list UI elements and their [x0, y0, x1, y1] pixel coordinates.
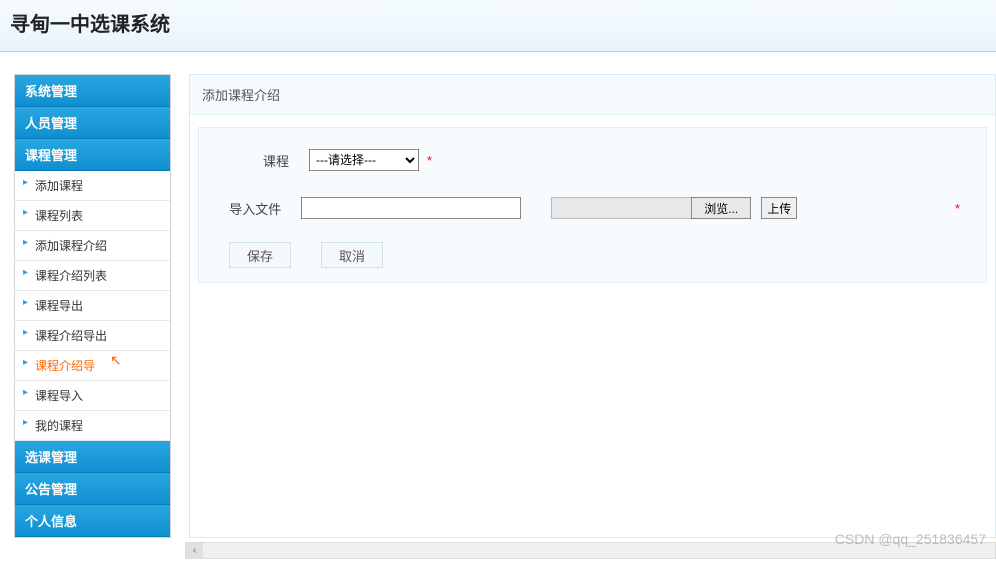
sidebar-item-course-export[interactable]: 课程导出	[15, 291, 170, 321]
sidebar: 系统管理 人员管理 课程管理 添加课程 课程列表 添加课程介绍 课程介绍列表 课…	[14, 74, 171, 538]
course-label: 课程	[219, 151, 309, 170]
sidebar-item-course-list[interactable]: 课程列表	[15, 201, 170, 231]
menu-section-announcement[interactable]: 公告管理	[15, 473, 170, 505]
sidebar-item-course-import[interactable]: 课程导入	[15, 381, 170, 411]
menu-section-personnel[interactable]: 人员管理	[15, 107, 170, 139]
save-button[interactable]: 保存	[229, 242, 291, 268]
sidebar-item-add-course-intro[interactable]: 添加课程介绍	[15, 231, 170, 261]
browse-button[interactable]: 浏览...	[691, 197, 751, 219]
sidebar-item-label: 课程介绍导	[35, 359, 95, 373]
sidebar-item-my-course[interactable]: 我的课程	[15, 411, 170, 441]
file-native-field[interactable]	[551, 197, 691, 219]
panel-title: 添加课程介绍	[190, 75, 995, 115]
horizontal-scrollbar[interactable]: ‹	[185, 542, 996, 559]
sidebar-item-course-intro-import[interactable]: 课程介绍导 ↖	[15, 351, 170, 381]
cursor-hand-icon: ↖	[110, 352, 122, 369]
required-star-icon: *	[955, 201, 960, 216]
required-star-icon: *	[427, 153, 432, 168]
sidebar-item-course-intro-export[interactable]: 课程介绍导出	[15, 321, 170, 351]
menu-section-selection[interactable]: 选课管理	[15, 441, 170, 473]
menu-section-system[interactable]: 系统管理	[15, 75, 170, 107]
file-picker: 浏览...	[551, 197, 751, 219]
app-title: 寻甸一中选课系统	[10, 8, 996, 37]
course-select[interactable]: ---请选择---	[309, 149, 419, 171]
import-label: 导入文件	[219, 199, 301, 218]
sidebar-item-add-course[interactable]: 添加课程	[15, 171, 170, 201]
menu-section-personal[interactable]: 个人信息	[15, 505, 170, 537]
main-layout: 系统管理 人员管理 课程管理 添加课程 课程列表 添加课程介绍 课程介绍列表 课…	[0, 74, 996, 538]
form-area: 课程 ---请选择--- * 导入文件 浏览... 上传 *	[198, 127, 987, 283]
scroll-left-icon[interactable]: ‹	[186, 543, 203, 558]
cancel-button[interactable]: 取消	[321, 242, 383, 268]
form-row-import: 导入文件 浏览... 上传 *	[219, 194, 966, 222]
upload-button[interactable]: 上传	[761, 197, 797, 219]
form-row-course: 课程 ---请选择--- *	[219, 146, 966, 174]
file-path-input[interactable]	[301, 197, 521, 219]
menu-section-course[interactable]: 课程管理	[15, 139, 170, 171]
sidebar-item-course-intro-list[interactable]: 课程介绍列表	[15, 261, 170, 291]
menu-items-course: 添加课程 课程列表 添加课程介绍 课程介绍列表 课程导出 课程介绍导出 课程介绍…	[15, 171, 170, 441]
content-panel: 添加课程介绍 课程 ---请选择--- * 导入文件 浏览...	[189, 74, 996, 538]
action-row: 保存 取消	[229, 242, 966, 268]
app-header: 寻甸一中选课系统	[0, 0, 996, 52]
